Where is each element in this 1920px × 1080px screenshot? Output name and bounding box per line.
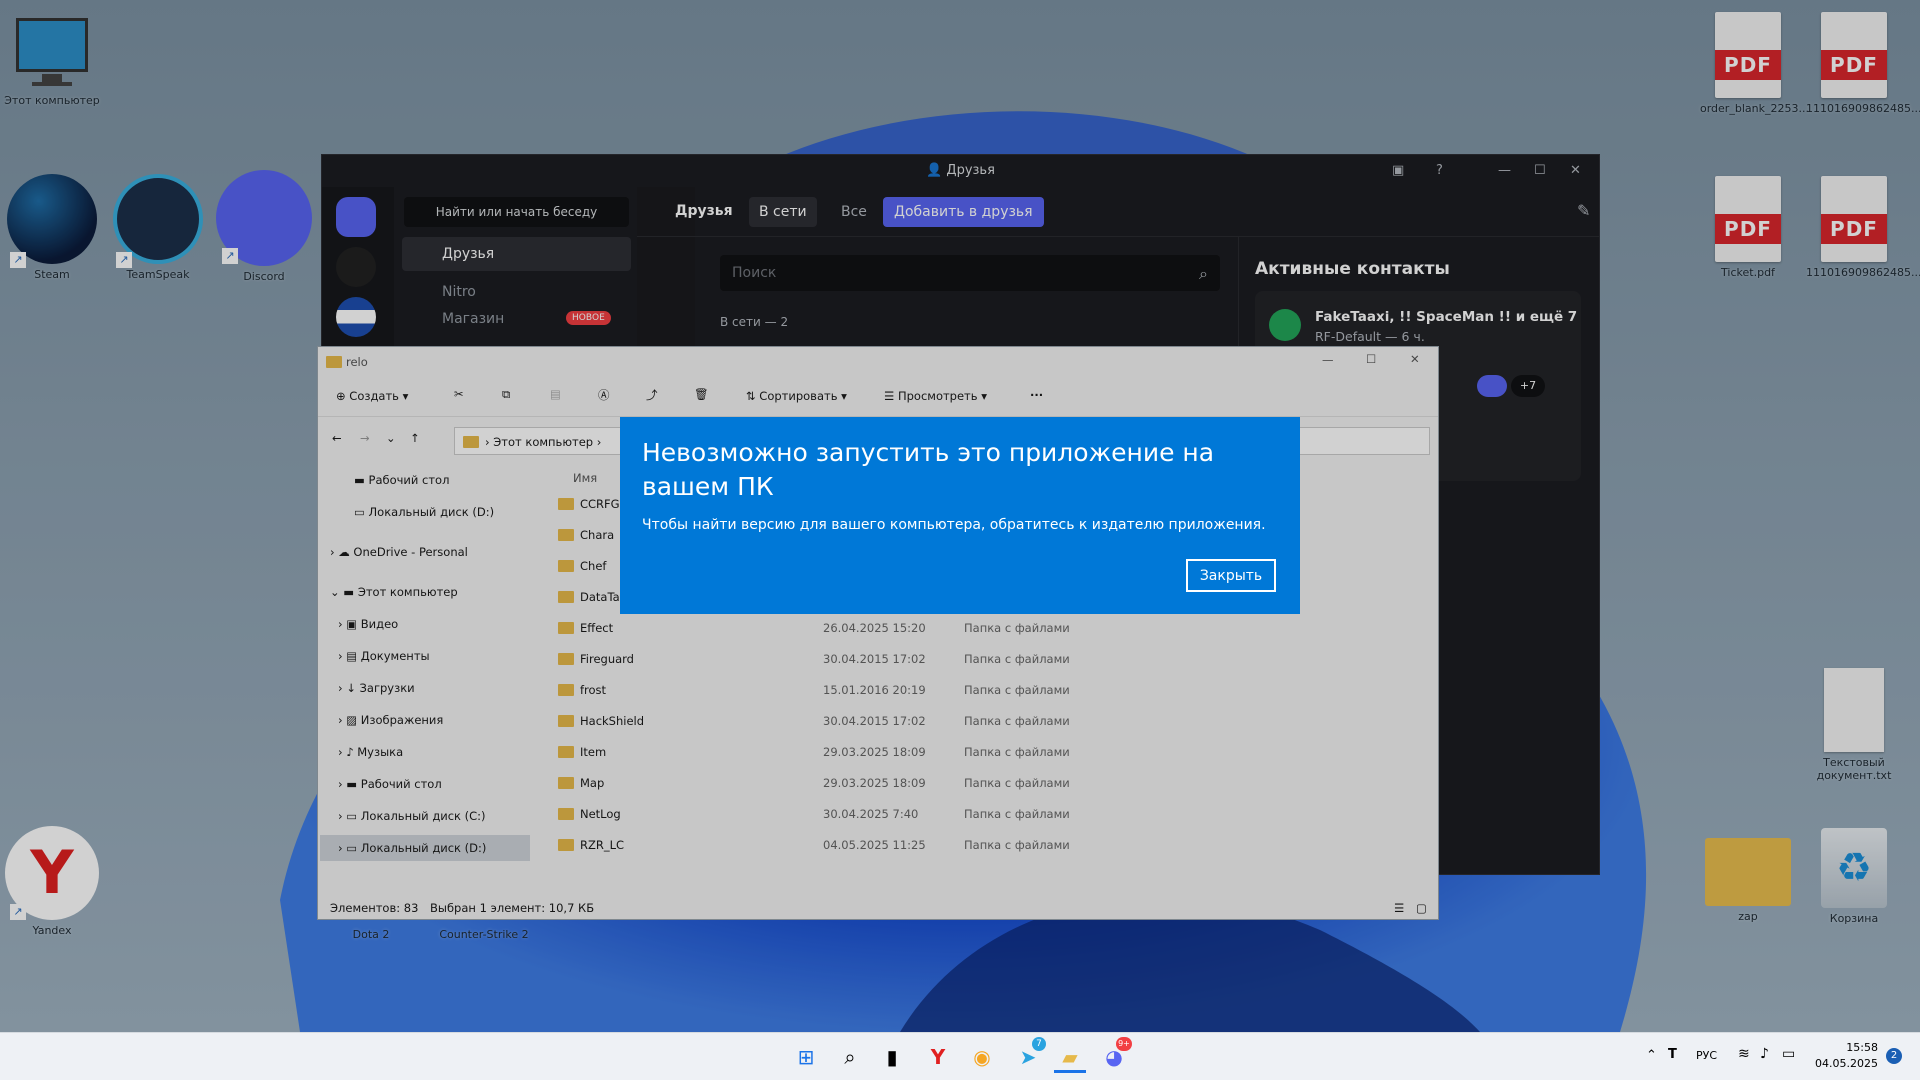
search-icon[interactable]: ⌕ [834, 1041, 866, 1073]
notification-badge[interactable]: 2 [1886, 1048, 1902, 1064]
yandex-browser-icon[interactable]: Y [922, 1041, 954, 1073]
telegram-icon[interactable]: ➤ 7 [1012, 1037, 1046, 1073]
yandex-music-icon[interactable]: ◉ [966, 1041, 998, 1073]
discord-taskbar-icon[interactable]: ◕ 9+ [1098, 1037, 1132, 1073]
discord-badge: 9+ [1116, 1037, 1132, 1051]
tray-app-icon[interactable]: T [1668, 1047, 1677, 1062]
clock-time[interactable]: 15:58 [1818, 1041, 1878, 1054]
chevron-up-icon[interactable]: ⌃ [1646, 1048, 1657, 1063]
language-indicator[interactable]: РУС [1696, 1049, 1717, 1062]
file-explorer-icon[interactable]: ▰ [1054, 1041, 1086, 1073]
clock-date[interactable]: 04.05.2025 [1808, 1057, 1878, 1070]
close-dialog-button[interactable]: Закрыть [1186, 559, 1276, 592]
taskbar: ⊞ ⌕ ▮ Y ◉ ➤ 7 ▰ ◕ 9+ ⌃ T РУС ≋ ♪ ▭ 15:58… [0, 1032, 1920, 1080]
battery-icon[interactable]: ▭ [1782, 1046, 1795, 1062]
start-button[interactable]: ⊞ [790, 1041, 822, 1073]
error-dialog: Невозможно запустить это приложение на в… [620, 417, 1300, 614]
dialog-title: Невозможно запустить это приложение на в… [642, 438, 1215, 501]
dialog-message: Чтобы найти версию для вашего компьютера… [642, 517, 1266, 533]
task-view-icon[interactable]: ▮ [876, 1041, 908, 1073]
volume-icon[interactable]: ♪ [1760, 1046, 1769, 1062]
telegram-badge: 7 [1032, 1037, 1046, 1051]
wifi-icon[interactable]: ≋ [1738, 1046, 1750, 1062]
